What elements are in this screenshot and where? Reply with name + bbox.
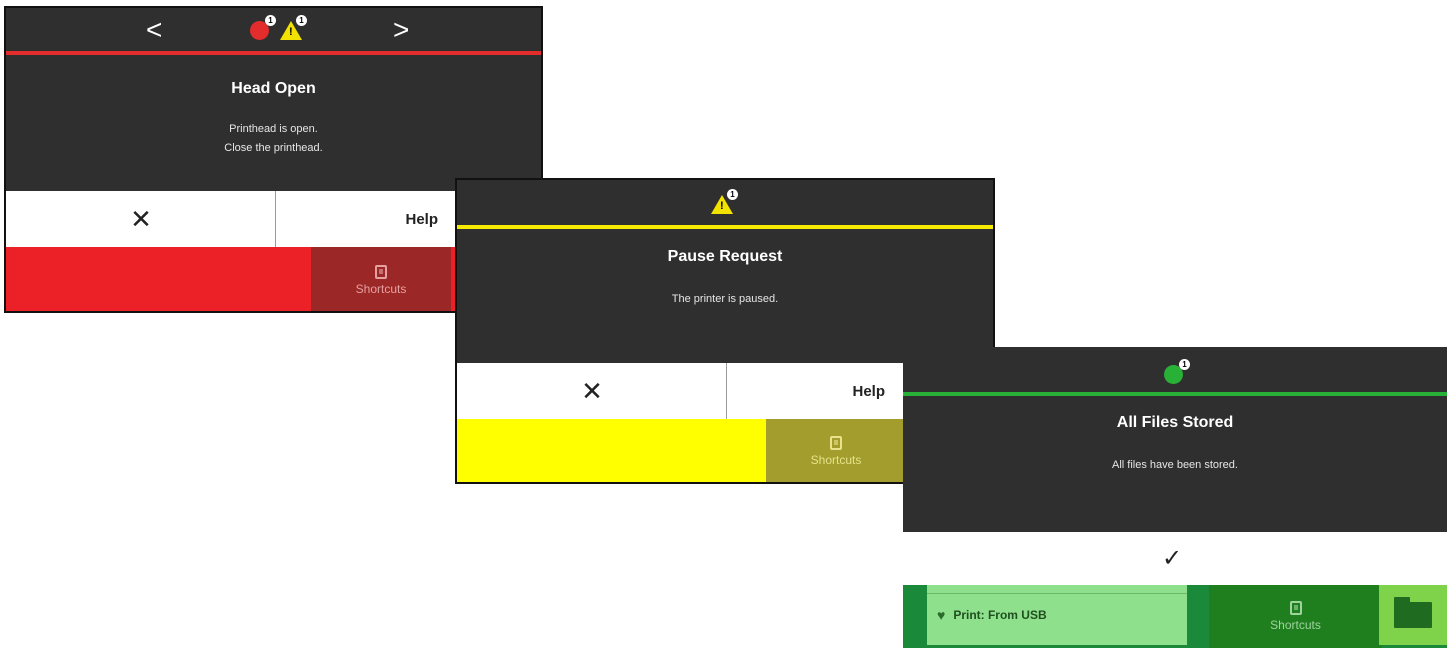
error-count-badge: 1 (265, 15, 276, 26)
info-count-badge: 1 (1179, 359, 1190, 370)
alert-message-line1: All files have been stored. (1112, 459, 1238, 471)
warning-count-badge: 1 (727, 189, 738, 200)
shortcuts-label: Shortcuts (355, 281, 407, 296)
print-from-usb-button[interactable]: ♥ Print: From USB (927, 585, 1187, 645)
alert-title: All Files Stored (1116, 414, 1234, 431)
alert-accent-line (457, 225, 993, 229)
warning-count-badge: 1 (296, 15, 307, 26)
next-alert-arrow[interactable]: > (393, 16, 409, 44)
shortcuts-icon (375, 264, 387, 279)
info-status-icon[interactable]: 1 (1164, 359, 1190, 384)
alert-accent-line (6, 51, 541, 55)
heart-icon: ♥ (937, 607, 946, 623)
files-button[interactable] (1379, 585, 1447, 645)
shortcuts-label: Shortcuts (1270, 618, 1321, 632)
shortcuts-label: Shortcuts (810, 453, 862, 467)
shortcuts-button[interactable]: Shortcuts (766, 419, 906, 482)
alert-button-row: ✓ (903, 532, 1447, 585)
action-bar: ♥ Print: From USB Shortcuts (903, 585, 1447, 648)
alert-message-line2: Close the printhead. (224, 142, 323, 154)
print-from-usb-label: Print: From USB (953, 608, 1047, 622)
all-files-stored-screen: 1 All Files Stored All files have been s… (903, 347, 1447, 648)
alert-title: Pause Request (667, 248, 783, 265)
previous-alert-arrow[interactable]: < (146, 16, 162, 44)
dismiss-button[interactable]: ✕ (6, 191, 276, 247)
alert-message-line1: Printhead is open. (229, 123, 318, 135)
shortcuts-button[interactable]: Shortcuts (311, 247, 451, 311)
dismiss-button[interactable]: ✕ (457, 363, 727, 419)
alert-accent-line (903, 392, 1447, 396)
shortcuts-icon (1289, 601, 1302, 615)
alert-message-line1: The printer is paused. (671, 293, 779, 305)
shortcuts-button[interactable]: Shortcuts (1209, 585, 1382, 648)
folder-icon (1394, 597, 1432, 628)
alert-title: Head Open (231, 80, 316, 97)
shortcuts-icon (830, 436, 842, 450)
warning-status-icon[interactable]: ! 1 (711, 189, 738, 214)
confirm-button[interactable]: ✓ (1162, 544, 1182, 573)
error-status-icon[interactable]: 1 (250, 15, 276, 40)
warning-status-icon[interactable]: ! 1 (280, 15, 307, 40)
